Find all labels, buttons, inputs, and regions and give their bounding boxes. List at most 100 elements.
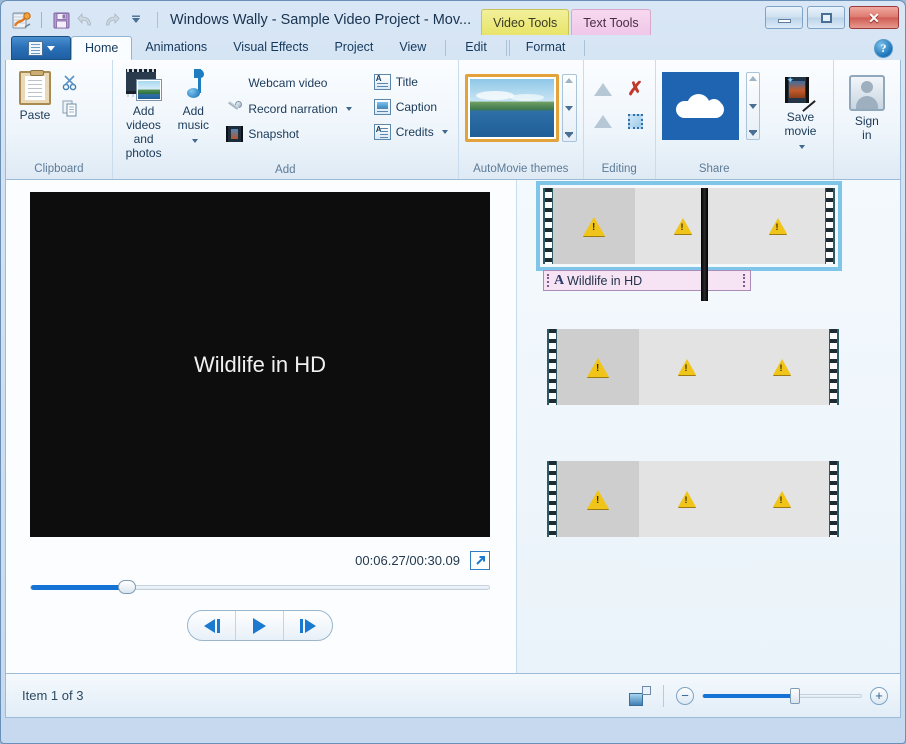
play-button[interactable] [236,611,284,640]
storyboard-pane[interactable]: A Wildlife in HD [517,180,900,673]
clip-frame [639,329,734,405]
zoom-in-button[interactable]: + [870,686,888,705]
customize-qat-icon[interactable] [125,10,147,31]
close-button[interactable]: ✕ [849,6,899,29]
quick-access-toolbar [11,10,147,31]
item-status-text: Item 1 of 3 [22,688,84,703]
tab-divider-double [505,40,507,56]
storyboard-item-2[interactable] [543,329,900,405]
add-videos-label-line2: and photos [125,132,162,160]
tab-home[interactable]: Home [71,36,133,60]
credits-label: Credits [395,125,434,139]
remove-button[interactable]: ✗ [620,74,650,104]
webcam-icon [226,74,243,91]
title-overlay-clip[interactable]: A Wildlife in HD [543,270,751,291]
webcam-video-button[interactable]: Webcam video [222,72,355,93]
storyboard-item-1[interactable]: A Wildlife in HD [536,181,900,301]
fade-out-button[interactable] [588,106,618,136]
paste-label: Paste [19,108,51,122]
movie-maker-icon[interactable] [11,10,33,31]
sign-in-button[interactable]: Sign in [843,72,891,145]
gallery-expand-icon[interactable] [748,130,757,136]
credits-icon [373,124,391,140]
window-controls: ✕ [765,6,899,29]
warning-icon [772,359,791,375]
theme-gallery-scrollbar[interactable] [561,74,577,142]
transport-controls [30,610,490,641]
tab-visual-effects[interactable]: Visual Effects [220,36,321,60]
scroll-up-icon[interactable] [748,76,757,81]
undo-icon[interactable] [75,10,97,31]
onedrive-button[interactable] [661,72,739,140]
group-label-automovie-themes: AutoMovie themes [473,163,569,175]
record-narration-button[interactable]: Record narration [222,98,355,119]
storyboard-view-icon[interactable] [629,685,651,706]
paste-button[interactable]: Paste [12,68,58,125]
share-gallery-scrollbar[interactable] [745,72,761,140]
gallery-expand-icon[interactable] [565,132,574,138]
cut-button[interactable] [58,72,83,92]
title-text-icon: A [554,272,565,288]
zoom-slider[interactable] [702,687,862,704]
fade-in-button[interactable] [588,74,618,104]
help-icon[interactable]: ? [874,39,893,58]
sign-in-label-line1: Sign [854,114,879,128]
tab-project[interactable]: Project [321,36,386,60]
clip-frame [557,329,639,405]
status-bar: Item 1 of 3 − + [5,674,901,718]
clip-thumbnail-1[interactable] [536,181,842,271]
contextual-tab-text-tools[interactable]: Text Tools [571,9,651,35]
snapshot-label: Snapshot [248,127,300,141]
add-videos-and-photos-icon [125,69,162,101]
ribbon-group-clipboard: Paste Clipboard [6,60,112,179]
seek-slider[interactable] [30,580,490,594]
tab-edit[interactable]: Edit [452,36,500,60]
clip-thumbnail-2[interactable] [547,329,839,405]
time-display: 00:06.27/00:30.09 [355,553,460,568]
scissors-icon [62,74,79,91]
copy-icon [62,100,79,117]
scroll-down-icon[interactable] [565,105,574,111]
playhead[interactable] [701,188,708,301]
previous-frame-button[interactable] [188,611,236,640]
clip-frame [734,329,829,405]
video-preview[interactable]: Wildlife in HD [30,192,490,537]
redo-icon[interactable] [100,10,122,31]
next-frame-button[interactable] [284,611,332,640]
fullscreen-icon[interactable] [470,551,490,570]
maximize-button[interactable] [807,6,845,29]
tab-divider [445,40,447,56]
scroll-up-icon[interactable] [565,78,574,83]
zoom-thumb[interactable] [789,687,800,704]
save-icon[interactable] [50,10,72,31]
clip-frame [639,461,734,537]
remove-icon: ✗ [627,78,644,100]
film-perforation-right [829,329,839,405]
minimize-button[interactable] [765,6,803,29]
title-clip-handle-right[interactable] [743,274,746,287]
title-button[interactable]: Title [370,72,452,92]
title-clip-handle-left[interactable] [547,274,550,287]
snapshot-button[interactable]: Snapshot [222,124,355,144]
scroll-down-icon[interactable] [748,103,757,109]
seek-thumb[interactable] [117,580,136,594]
credits-button[interactable]: Credits [370,122,452,142]
add-music-label-line2: music [177,118,209,132]
tab-divider-end [584,40,586,56]
tab-view[interactable]: View [386,36,439,60]
copy-button[interactable] [58,98,83,118]
zoom-out-button[interactable]: − [676,686,694,705]
storyboard-item-3[interactable] [543,461,900,537]
file-menu-button[interactable] [11,36,71,60]
caption-button[interactable]: Caption [370,97,452,117]
select-all-button[interactable] [620,106,650,136]
contextual-tab-video-tools[interactable]: Video Tools [481,9,570,35]
automovie-theme-item[interactable] [464,74,559,142]
clip-thumbnail-3[interactable] [547,461,839,537]
tab-animations[interactable]: Animations [132,36,220,60]
save-movie-button[interactable]: ✦ Save movie [774,72,826,155]
add-music-button[interactable]: Add music [170,66,216,149]
movie-maker-window: Windows Wally - Sample Video Project - M… [0,0,906,744]
add-videos-and-photos-button[interactable]: Add videos and photos [119,66,168,163]
tab-format[interactable]: Format [513,36,579,60]
